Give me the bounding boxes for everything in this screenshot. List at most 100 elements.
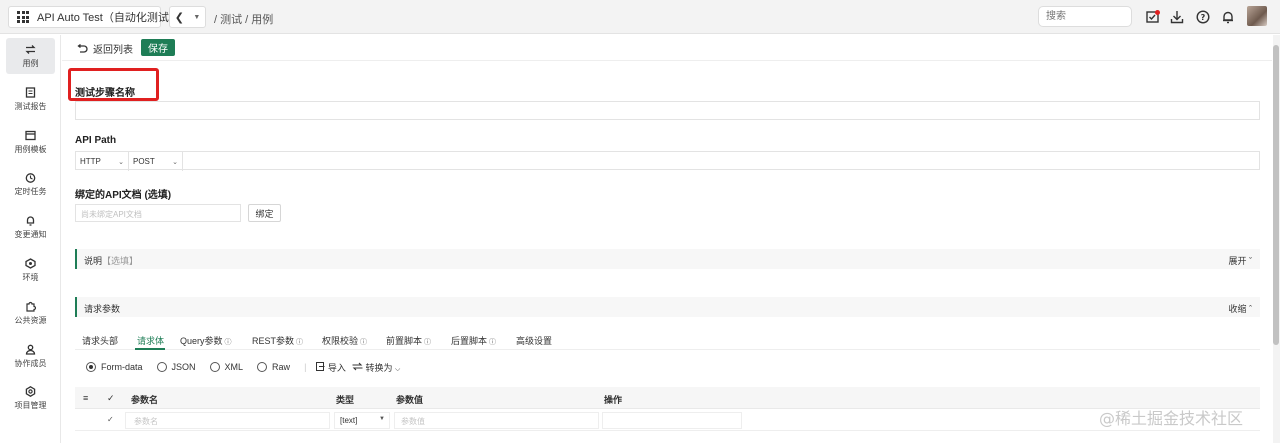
column-header: 类型 [336, 395, 355, 405]
radio-label: XML [224, 362, 244, 372]
sidebar-item-label: 协作成员 [14, 358, 47, 368]
report-icon [25, 86, 36, 98]
select-all-checkbox[interactable]: ✓ [107, 393, 115, 404]
app-title: API Auto Test（自动化测试） [37, 12, 180, 24]
nav-back-button[interactable]: ❮ ▼ [169, 6, 206, 28]
description-section[interactable]: 说明【选填】 展开 ˇ [75, 249, 1260, 269]
request-params-section[interactable]: 请求参数 收缩 ˆ [75, 297, 1260, 317]
save-button[interactable]: 保存 [141, 39, 175, 56]
settings-icon [25, 385, 36, 397]
radio-form-data[interactable] [86, 362, 96, 372]
back-to-list-button[interactable]: 返回列表 [76, 41, 133, 56]
tab-rest[interactable]: REST参数 ⓘ [252, 334, 303, 347]
radio-raw[interactable] [257, 362, 268, 372]
radio-label: Raw [272, 362, 291, 372]
sidebar-item-label: 环境 [22, 272, 39, 282]
bound-doc-label: 绑定的API文档 (选填) [75, 190, 172, 201]
optional-hint: 【选填】 [102, 256, 139, 266]
protocol-select[interactable]: HTTP ⌄ [76, 152, 129, 171]
api-path-label: API Path [75, 135, 117, 146]
description-title: 说明【选填】 [84, 256, 139, 266]
sidebar-item-project-management[interactable]: 项目管理 [6, 380, 55, 416]
sidebar-item-case-template[interactable]: 用例模板 [6, 124, 55, 160]
column-header: 操作 [604, 395, 623, 405]
tab-post-script[interactable]: 后置脚本 ⓘ [451, 334, 496, 347]
scrollbar-thumb[interactable] [1273, 45, 1279, 345]
param-value-input[interactable]: 参数值 [394, 412, 599, 429]
caret-down-icon: ▼ [193, 13, 201, 21]
sidebar-item-label: 公共资源 [14, 315, 47, 325]
path-input[interactable] [184, 152, 1259, 171]
import-icon [316, 361, 325, 371]
sidebar-item-test-report[interactable]: 测试报告 [6, 81, 55, 117]
tab-pre-script[interactable]: 前置脚本 ⓘ [386, 334, 431, 347]
tab-advanced[interactable]: 高级设置 [516, 334, 552, 347]
help-icon[interactable]: ? [1196, 10, 1210, 24]
info-icon: ⓘ [422, 339, 431, 346]
sidebar-item-label: 项目管理 [14, 400, 47, 410]
tab-query[interactable]: Query参数 ⓘ [180, 334, 231, 347]
editor-toolbar: 返回列表 保存 [62, 35, 1272, 61]
radio-xml[interactable] [209, 362, 220, 372]
sidebar-item-scheduled-task[interactable]: 定时任务 [6, 166, 55, 202]
param-name-placeholder: 参数名 [134, 417, 158, 426]
app-switcher[interactable]: API Auto Test（自动化测试） [8, 6, 180, 28]
step-name-input[interactable] [75, 101, 1260, 120]
sidebar-item-label: 用例模板 [14, 144, 47, 154]
radio-label: Form-data [101, 362, 143, 372]
grid-icon [17, 11, 29, 23]
sidebar-item-label: 定时任务 [14, 186, 47, 196]
radio-json[interactable] [156, 362, 167, 372]
task-check-icon[interactable] [1146, 10, 1160, 24]
breadcrumb: / 测试 / 用例 [214, 14, 274, 26]
method-select[interactable]: POST ⌄ [129, 152, 183, 171]
members-icon [25, 344, 36, 355]
info-icon: ⓘ [294, 339, 303, 346]
environment-icon [25, 257, 36, 269]
expand-toggle[interactable]: 展开 ˇ [1228, 254, 1252, 267]
main-content: 返回列表 保存 测试步骤名称 API Path HTTP ⌄ POST ⌄ 绑定… [62, 35, 1272, 443]
bind-button[interactable]: 绑定 [248, 204, 281, 222]
param-name-input[interactable]: 参数名 [125, 412, 330, 429]
request-tabs: 请求头部 请求体 Query参数 ⓘ REST参数 ⓘ 权限校验 ⓘ 前置脚本 … [75, 332, 1260, 350]
sidebar-item-change-notify[interactable]: 变更通知 [6, 209, 55, 245]
sidebar: 用例 测试报告 用例模板 定时任务 变更通知 环境 公共资源 协作成员 项目管理 [0, 35, 61, 443]
sidebar-item-label: 用例 [22, 58, 39, 68]
chevron-down-icon: ⌄ [172, 159, 178, 166]
download-icon[interactable] [1170, 10, 1184, 24]
convert-button[interactable]: 转换为 ⌵ [352, 361, 400, 374]
template-icon [25, 130, 36, 140]
body-type-bar: Form-data JSON XML Raw | 导入 转换为 ⌵ [75, 354, 1260, 380]
api-path-field: HTTP ⌄ POST ⌄ [75, 151, 1260, 171]
bell-icon [26, 215, 35, 226]
tab-auth[interactable]: 权限校验 ⓘ [322, 334, 367, 347]
clock-icon [25, 172, 36, 183]
info-icon: ⓘ [222, 339, 232, 346]
table-header: ≡ ✓ 参数名 类型 参数值 操作 [75, 387, 1260, 409]
tab-headers[interactable]: 请求头部 [82, 334, 118, 347]
search-input[interactable] [1038, 6, 1132, 27]
drag-handle-icon: ≡ [83, 393, 89, 403]
chevron-down-icon: ˇ [1249, 256, 1252, 266]
tab-body[interactable]: 请求体 [137, 334, 164, 347]
undo-arrow-icon [77, 43, 88, 53]
request-params-title: 请求参数 [84, 304, 121, 314]
sidebar-item-members[interactable]: 协作成员 [6, 338, 55, 374]
divider: | [304, 362, 307, 372]
sidebar-item-label: 测试报告 [14, 101, 47, 111]
sidebar-item-public-resources[interactable]: 公共资源 [6, 295, 55, 331]
row-checkbox[interactable]: ✓ [107, 415, 114, 424]
import-button[interactable]: 导入 [316, 361, 346, 374]
chevron-down-icon: ▼ [379, 416, 385, 422]
notification-bell-icon[interactable] [1221, 10, 1235, 24]
user-avatar[interactable] [1247, 6, 1267, 26]
column-header: 参数名 [131, 395, 159, 405]
param-type-select[interactable]: [text] ▼ [334, 412, 390, 429]
param-type-value: [text] [340, 416, 358, 425]
sidebar-item-label: 变更通知 [14, 229, 47, 239]
sidebar-item-cases[interactable]: 用例 [6, 38, 55, 74]
collapse-toggle[interactable]: 收缩 ˆ [1228, 302, 1252, 315]
bound-doc-input[interactable]: 尚未绑定API文档 [75, 204, 241, 222]
sidebar-item-environment[interactable]: 环境 [6, 252, 55, 288]
protocol-value: HTTP [80, 157, 101, 166]
